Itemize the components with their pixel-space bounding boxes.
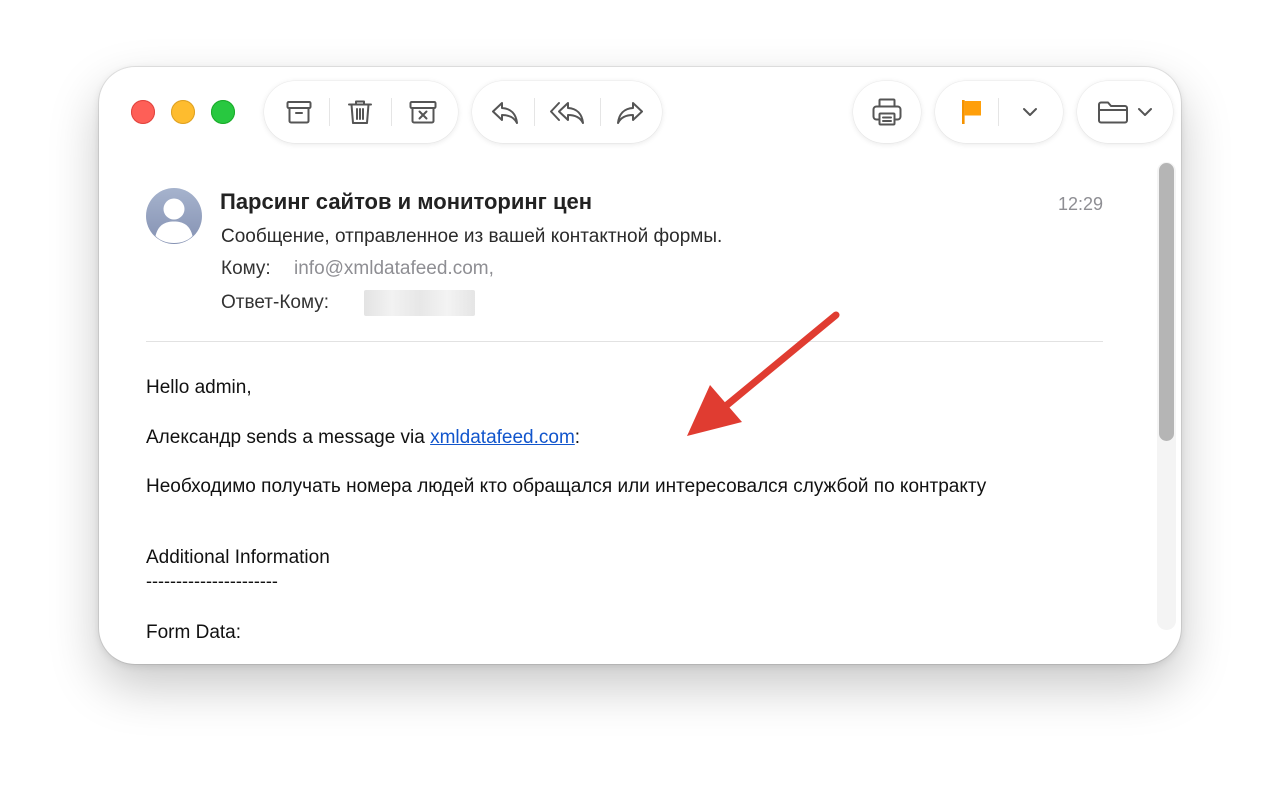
folder-icon <box>1098 101 1128 124</box>
toolbar-group-respond <box>472 81 662 143</box>
forward-icon <box>617 102 643 124</box>
junk-button[interactable] <box>393 81 453 143</box>
redacted-reply-to-address <box>364 290 475 316</box>
archive-button[interactable] <box>270 81 328 143</box>
trash-icon <box>348 100 372 124</box>
toolbar-group-flag <box>935 81 1063 143</box>
chevron-down-icon <box>1023 108 1037 116</box>
body-greeting: Hello admin, <box>146 377 252 398</box>
toolbar-group-organize <box>264 81 458 143</box>
form-data-label: Form Data: <box>146 622 242 643</box>
maximize-window-button[interactable] <box>211 100 235 124</box>
sender-avatar <box>146 188 202 244</box>
email-time: 12:29 <box>1057 194 1103 214</box>
scrollbar-thumb[interactable] <box>1159 163 1174 441</box>
to-label: Кому: <box>221 258 271 279</box>
reply-all-icon <box>550 102 584 124</box>
additional-info-separator: ---------------------- <box>146 571 278 591</box>
toolbar-group-move <box>1077 81 1173 143</box>
move-to-folder-button[interactable] <box>1085 81 1165 143</box>
close-window-button[interactable] <box>131 100 155 124</box>
site-link[interactable]: xmldatafeed.com <box>430 427 575 448</box>
forward-button[interactable] <box>602 81 658 143</box>
archive-icon <box>286 101 312 124</box>
additional-info-heading: Additional Information <box>146 547 330 568</box>
email-subject: Парсинг сайтов и мониторинг цен <box>220 189 593 214</box>
to-address[interactable]: info@xmldatafeed.com, <box>294 258 494 280</box>
reply-all-button[interactable] <box>536 81 600 143</box>
reply-icon <box>492 102 518 124</box>
flag-menu-button[interactable] <box>1001 81 1059 143</box>
sender-line-text: Александр sends a message via <box>146 427 431 448</box>
reply-button[interactable] <box>476 81 534 143</box>
email-summary: Сообщение, отправленное из вашей контакт… <box>221 226 723 247</box>
header-divider <box>146 341 1103 342</box>
body-message: Необходимо получать номера людей кто обр… <box>146 476 987 497</box>
toolbar-group-print <box>853 81 921 143</box>
body-sender-line: Александр sends a message via xmldatafee… <box>146 427 580 449</box>
person-icon <box>155 198 193 243</box>
flag-icon <box>962 100 981 124</box>
delete-button[interactable] <box>331 81 389 143</box>
junk-icon <box>409 101 437 124</box>
minimize-window-button[interactable] <box>171 100 195 124</box>
print-button[interactable] <box>853 81 921 143</box>
flag-button[interactable] <box>939 81 1003 143</box>
chevron-down-icon <box>1138 108 1152 116</box>
sender-line-colon: : <box>574 427 581 448</box>
mail-window: Парсинг сайтов и мониторинг цен 12:29 Со… <box>99 67 1181 664</box>
reply-to-label: Ответ-Кому: <box>221 292 330 313</box>
print-icon <box>872 98 902 126</box>
